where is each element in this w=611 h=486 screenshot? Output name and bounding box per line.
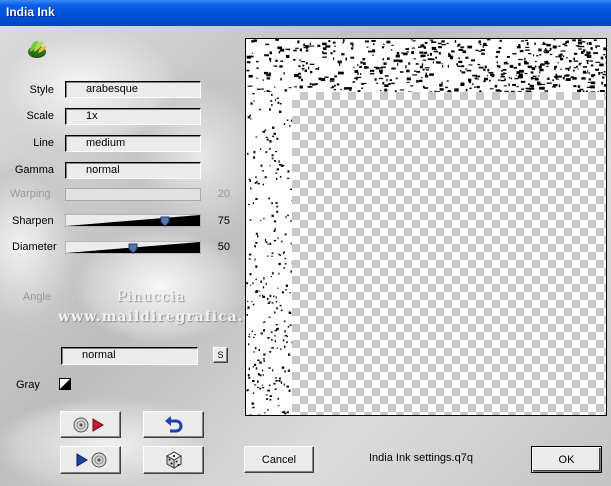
settings-filename: India Ink settings.q7q — [369, 452, 473, 464]
gray-swatch[interactable] — [59, 378, 71, 390]
ok-button[interactable]: OK — [531, 446, 602, 473]
undo-arrow-icon — [164, 415, 182, 432]
style-label: Style — [29, 84, 54, 96]
dialog-body: Style arabesque Scale 1x Line medium Gam… — [0, 26, 611, 486]
transparency-checkerboard — [292, 92, 606, 415]
preview-pane[interactable] — [245, 38, 607, 416]
sharpen-value: 75 — [217, 215, 230, 227]
style-select[interactable]: arabesque — [65, 81, 201, 98]
save-preset-label: S — [217, 350, 224, 360]
warping-value: 20 — [217, 188, 230, 200]
line-label: Line — [33, 137, 54, 149]
preview-ink-left — [246, 92, 292, 415]
load-preset-button[interactable] — [60, 411, 121, 438]
preview-ink-top — [246, 39, 606, 92]
title-bar: India Ink — [0, 0, 611, 26]
preset-value: normal — [82, 349, 116, 361]
gray-label: Gray — [16, 379, 40, 391]
line-select[interactable]: medium — [65, 135, 201, 152]
scale-label: Scale — [26, 110, 54, 122]
watermark-url: www.maildiregrafica.eu — [58, 309, 265, 325]
window-title: India Ink — [6, 5, 55, 19]
warping-label: Warping — [10, 188, 51, 200]
preset-select[interactable]: normal — [61, 347, 198, 365]
scale-value: 1x — [86, 110, 98, 122]
watermark-name: Pinuccia — [117, 289, 186, 305]
undo-button[interactable] — [143, 411, 204, 438]
ok-label: OK — [558, 453, 575, 466]
sharpen-slider[interactable] — [65, 214, 201, 227]
save-preset-disc-button[interactable] — [60, 446, 121, 474]
cancel-label: Cancel — [261, 453, 297, 466]
leaf-logo-icon — [28, 40, 47, 58]
diameter-slider[interactable] — [65, 241, 201, 254]
style-value: arabesque — [86, 83, 138, 95]
save-preset-button[interactable]: S — [213, 347, 228, 363]
scale-select[interactable]: 1x — [65, 108, 201, 125]
gamma-label: Gamma — [14, 164, 54, 176]
disc-to-play-icon — [73, 417, 104, 432]
dice-icon — [165, 451, 182, 469]
diameter-label: Diameter — [12, 241, 57, 253]
warping-slider — [65, 188, 201, 201]
sharpen-label: Sharpen — [12, 215, 54, 227]
line-value: medium — [86, 137, 126, 149]
gamma-value: normal — [86, 164, 120, 176]
cancel-button[interactable]: Cancel — [244, 446, 314, 473]
play-to-disc-icon — [76, 452, 106, 468]
random-button[interactable] — [143, 446, 204, 474]
angle-label: Angle — [22, 291, 51, 303]
gamma-select[interactable]: normal — [65, 162, 201, 179]
diameter-value: 50 — [217, 241, 230, 253]
